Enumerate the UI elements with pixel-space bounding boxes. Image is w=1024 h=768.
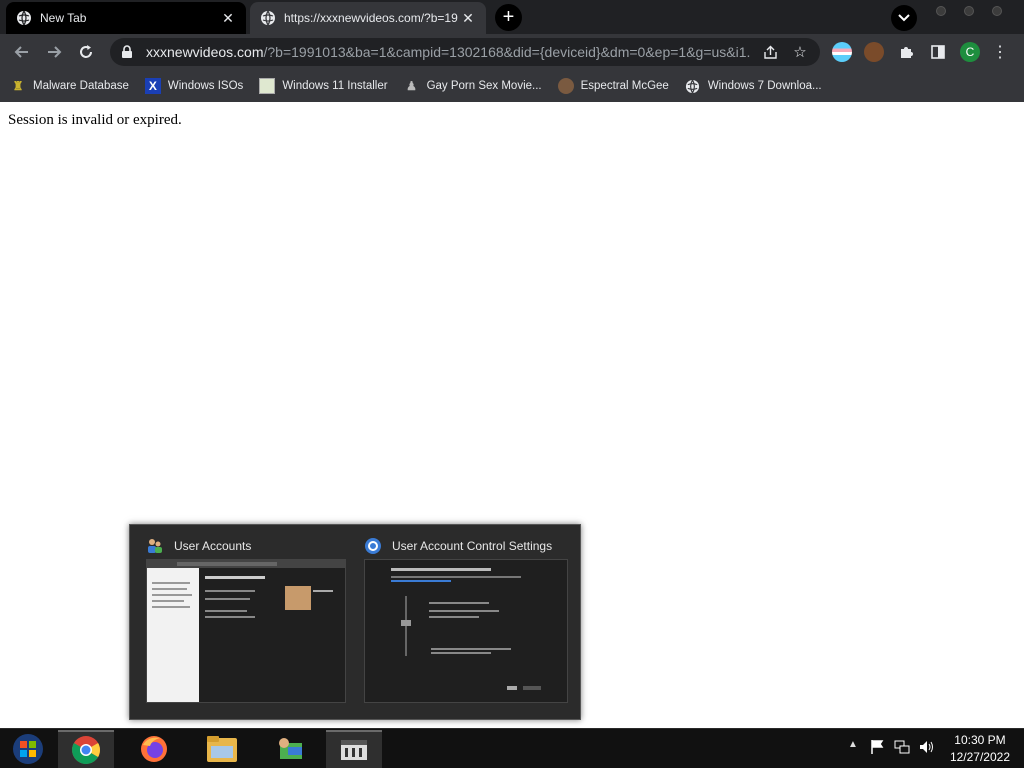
- star-icon[interactable]: ☆: [790, 42, 810, 62]
- file-explorer-icon: [207, 736, 237, 762]
- tab-strip: New Tab ✕ https://xxxnewvideos.com/?b=19…: [0, 0, 1024, 34]
- bookmarks-bar: ♜ Malware Database X Windows ISOs Window…: [0, 70, 1024, 102]
- bookmark-windows-7-download[interactable]: Windows 7 Downloa...: [685, 78, 822, 94]
- bookmark-label: Malware Database: [33, 80, 129, 92]
- tab-new-tab[interactable]: New Tab ✕: [6, 2, 246, 34]
- uac-settings-icon: [341, 740, 367, 760]
- arrow-right-icon: [48, 46, 62, 58]
- taskbar-thumbnail-preview: User Accounts User Account Control Setti…: [129, 524, 581, 720]
- side-panel-icon[interactable]: [928, 42, 948, 62]
- extension-flag-icon[interactable]: [832, 42, 852, 62]
- url-host: xxxnewvideos.com: [146, 44, 264, 60]
- thumbnail-title: User Accounts: [174, 539, 252, 553]
- volume-icon[interactable]: [918, 739, 934, 758]
- session-invalid-message: Session is invalid or expired.: [8, 112, 182, 128]
- malware-db-icon: ♜: [12, 79, 24, 93]
- thumbnail-uac-settings[interactable]: User Account Control Settings: [356, 525, 582, 721]
- forward-button[interactable]: [42, 40, 66, 64]
- browser-window-frame: New Tab ✕ https://xxxnewvideos.com/?b=19…: [0, 0, 1024, 102]
- address-bar[interactable]: xxxnewvideos.com/?b=1991013&ba=1&campid=…: [110, 38, 820, 66]
- uac-shield-icon: [365, 538, 381, 554]
- url-text: xxxnewvideos.com/?b=1991013&ba=1&campid=…: [146, 44, 750, 60]
- bookmark-windows-isos[interactable]: X Windows ISOs: [144, 78, 244, 94]
- bookmark-gay-porn-sex-movie[interactable]: ♟ Gay Porn Sex Movie...: [404, 78, 542, 94]
- taskbar-control-panel[interactable]: [262, 730, 318, 768]
- taskbar-chrome[interactable]: [58, 730, 114, 768]
- reload-icon: [80, 45, 92, 58]
- bookmark-windows-11-installer[interactable]: Windows 11 Installer: [259, 78, 388, 94]
- taskbar-firefox[interactable]: [126, 730, 182, 768]
- thumbnail-title: User Account Control Settings: [392, 539, 553, 553]
- taskbar-file-explorer[interactable]: [194, 730, 250, 768]
- thumbnail-user-accounts[interactable]: User Accounts: [130, 525, 356, 721]
- users-icon: [148, 539, 162, 553]
- bookmark-label: Windows ISOs: [167, 80, 244, 92]
- avatar-icon: [557, 78, 574, 94]
- firefox-icon: [141, 736, 167, 762]
- globe-icon: [16, 10, 32, 26]
- close-icon[interactable]: ✕: [460, 10, 476, 26]
- start-orb-icon: [13, 734, 43, 764]
- tab-search-button[interactable]: [891, 5, 917, 31]
- window-preview-image: [146, 559, 346, 703]
- url-path: /?b=1991013&ba=1&campid=1302168&did={dev…: [263, 44, 751, 60]
- start-button[interactable]: [0, 730, 56, 768]
- close-window-button[interactable]: [992, 6, 1002, 16]
- tab-title: New Tab: [40, 11, 87, 25]
- lock-icon: [122, 45, 132, 58]
- new-tab-button[interactable]: +: [495, 4, 522, 31]
- clock-time: 10:30 PM: [954, 733, 1006, 747]
- bookmark-label: Espectral McGee: [580, 80, 669, 92]
- bookmark-espectral-mcgee[interactable]: Espectral McGee: [557, 78, 669, 94]
- bookmark-label: Gay Porn Sex Movie...: [426, 80, 542, 92]
- arrow-left-icon: [14, 46, 28, 58]
- globe-icon: [685, 78, 701, 94]
- image-icon: [259, 78, 276, 94]
- maximize-button[interactable]: [964, 6, 974, 16]
- close-icon[interactable]: ✕: [220, 10, 236, 26]
- show-hidden-icons-button[interactable]: ▲: [848, 739, 858, 750]
- globe-icon: [260, 10, 276, 26]
- profile-avatar[interactable]: C: [960, 42, 980, 62]
- extension-avatar-icon[interactable]: [864, 42, 884, 62]
- site-icon: ♟: [406, 79, 417, 93]
- share-icon[interactable]: [760, 42, 780, 62]
- chevron-down-icon: [898, 14, 910, 22]
- browser-toolbar: xxxnewvideos.com/?b=1991013&ba=1&campid=…: [0, 34, 1024, 70]
- network-icon[interactable]: [894, 739, 910, 758]
- back-button[interactable]: [10, 40, 34, 64]
- bookmark-label: Windows 11 Installer: [282, 80, 388, 92]
- tab-xxxnewvideos[interactable]: https://xxxnewvideos.com/?b=19 ✕: [250, 2, 486, 34]
- minimize-button[interactable]: [936, 6, 946, 16]
- puzzle-icon[interactable]: [896, 42, 916, 62]
- window-preview-image: [364, 559, 568, 703]
- action-center-flag-icon[interactable]: [870, 739, 884, 758]
- bookmark-label: Windows 7 Downloa...: [707, 80, 822, 92]
- system-clock[interactable]: 10:30 PM 12/27/2022: [950, 732, 1010, 766]
- bookmark-malware-database[interactable]: ♜ Malware Database: [10, 78, 129, 94]
- taskbar-uac-settings[interactable]: [326, 730, 382, 768]
- chrome-icon: [72, 736, 100, 764]
- menu-kebab-icon[interactable]: ⋮: [990, 42, 1010, 62]
- reload-button[interactable]: [74, 40, 98, 64]
- windows-taskbar: ▲ 10:30 PM 12/27/2022: [0, 728, 1024, 768]
- tab-title: https://xxxnewvideos.com/?b=19: [284, 11, 458, 25]
- control-panel-icon: [279, 738, 302, 759]
- x-icon: X: [144, 78, 161, 94]
- clock-date: 12/27/2022: [949, 750, 1010, 764]
